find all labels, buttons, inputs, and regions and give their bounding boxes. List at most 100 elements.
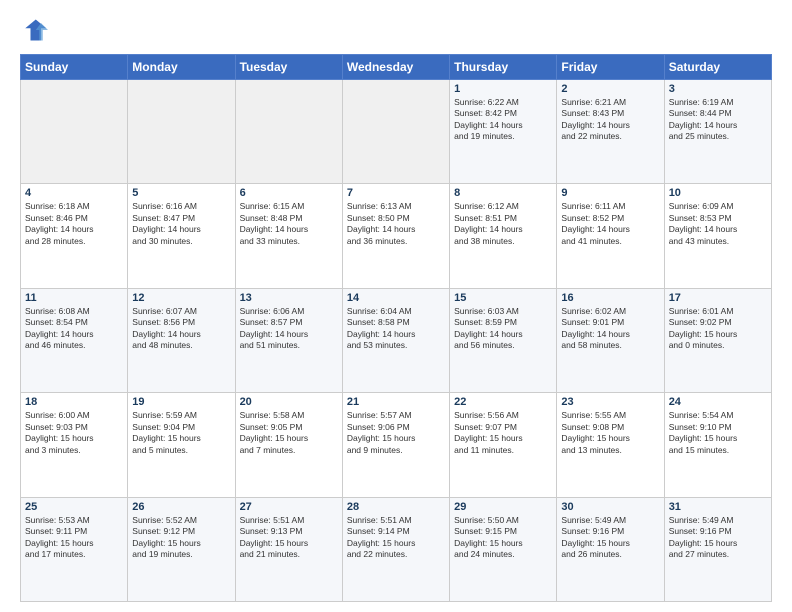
day-number: 26 <box>132 501 230 513</box>
week-row-1: 1 Sunrise: 6:22 AMSunset: 8:42 PMDaylight… <box>21 80 772 184</box>
week-row-4: 18 Sunrise: 6:00 AMSunset: 9:03 PMDayligh… <box>21 393 772 497</box>
day-info: Sunrise: 5:57 AMSunset: 9:06 PMDaylight:… <box>347 410 445 456</box>
day-number: 27 <box>240 501 338 513</box>
day-number: 25 <box>25 501 123 513</box>
day-header-thursday: Thursday <box>450 55 557 80</box>
day-number: 5 <box>132 187 230 199</box>
day-number: 12 <box>132 292 230 304</box>
header <box>20 16 772 44</box>
calendar-cell: 15 Sunrise: 6:03 AMSunset: 8:59 PMDayligh… <box>450 288 557 392</box>
day-info: Sunrise: 5:59 AMSunset: 9:04 PMDaylight:… <box>132 410 230 456</box>
day-number: 17 <box>669 292 767 304</box>
day-info: Sunrise: 5:53 AMSunset: 9:11 PMDaylight:… <box>25 515 123 561</box>
day-header-wednesday: Wednesday <box>342 55 449 80</box>
day-info: Sunrise: 5:56 AMSunset: 9:07 PMDaylight:… <box>454 410 552 456</box>
calendar-cell: 29 Sunrise: 5:50 AMSunset: 9:15 PMDayligh… <box>450 497 557 601</box>
calendar-cell: 9Sunrise: 6:11 AMSunset: 8:52 PMDaylight… <box>557 184 664 288</box>
day-header-sunday: Sunday <box>21 55 128 80</box>
day-number: 28 <box>347 501 445 513</box>
calendar-cell: 5 Sunrise: 6:16 AMSunset: 8:47 PMDaylight… <box>128 184 235 288</box>
day-info: Sunrise: 6:16 AMSunset: 8:47 PMDaylight:… <box>132 201 230 247</box>
logo <box>20 16 52 44</box>
calendar-cell: 21 Sunrise: 5:57 AMSunset: 9:06 PMDayligh… <box>342 393 449 497</box>
day-header-friday: Friday <box>557 55 664 80</box>
calendar-cell: 10 Sunrise: 6:09 AMSunset: 8:53 PMDayligh… <box>664 184 771 288</box>
day-info: Sunrise: 6:03 AMSunset: 8:59 PMDaylight:… <box>454 306 552 352</box>
day-info: Sunrise: 6:01 AMSunset: 9:02 PMDaylight:… <box>669 306 767 352</box>
day-info: Sunrise: 5:50 AMSunset: 9:15 PMDaylight:… <box>454 515 552 561</box>
calendar-cell <box>128 80 235 184</box>
calendar-cell: 12 Sunrise: 6:07 AMSunset: 8:56 PMDayligh… <box>128 288 235 392</box>
day-info: Sunrise: 5:49 AMSunset: 9:16 PMDaylight:… <box>669 515 767 561</box>
calendar-cell: 6 Sunrise: 6:15 AMSunset: 8:48 PMDaylight… <box>235 184 342 288</box>
day-number: 21 <box>347 396 445 408</box>
calendar-cell: 23 Sunrise: 5:55 AMSunset: 9:08 PMDayligh… <box>557 393 664 497</box>
calendar-table: SundayMondayTuesdayWednesdayThursdayFrid… <box>20 54 772 602</box>
calendar-cell: 31 Sunrise: 5:49 AMSunset: 9:16 PMDayligh… <box>664 497 771 601</box>
day-info: Sunrise: 6:04 AMSunset: 8:58 PMDaylight:… <box>347 306 445 352</box>
day-number: 8 <box>454 187 552 199</box>
day-info: Sunrise: 5:55 AMSunset: 9:08 PMDaylight:… <box>561 410 659 456</box>
day-info: Sunrise: 6:00 AMSunset: 9:03 PMDaylight:… <box>25 410 123 456</box>
day-number: 6 <box>240 187 338 199</box>
calendar-cell: 1 Sunrise: 6:22 AMSunset: 8:42 PMDaylight… <box>450 80 557 184</box>
calendar-cell: 25 Sunrise: 5:53 AMSunset: 9:11 PMDayligh… <box>21 497 128 601</box>
day-info: Sunrise: 6:02 AMSunset: 9:01 PMDaylight:… <box>561 306 659 352</box>
day-header-tuesday: Tuesday <box>235 55 342 80</box>
day-number: 14 <box>347 292 445 304</box>
day-number: 13 <box>240 292 338 304</box>
day-number: 31 <box>669 501 767 513</box>
day-info: Sunrise: 6:22 AMSunset: 8:42 PMDaylight:… <box>454 97 552 143</box>
day-info: Sunrise: 6:18 AMSunset: 8:46 PMDaylight:… <box>25 201 123 247</box>
calendar-cell: 17 Sunrise: 6:01 AMSunset: 9:02 PMDayligh… <box>664 288 771 392</box>
day-number: 2 <box>561 83 659 95</box>
calendar-cell <box>235 80 342 184</box>
day-number: 18 <box>25 396 123 408</box>
logo-icon <box>20 16 48 44</box>
day-number: 9 <box>561 187 659 199</box>
day-info: Sunrise: 6:07 AMSunset: 8:56 PMDaylight:… <box>132 306 230 352</box>
calendar-cell: 14 Sunrise: 6:04 AMSunset: 8:58 PMDayligh… <box>342 288 449 392</box>
calendar-cell: 4 Sunrise: 6:18 AMSunset: 8:46 PMDaylight… <box>21 184 128 288</box>
day-number: 7 <box>347 187 445 199</box>
week-row-2: 4 Sunrise: 6:18 AMSunset: 8:46 PMDaylight… <box>21 184 772 288</box>
page: SundayMondayTuesdayWednesdayThursdayFrid… <box>0 0 792 612</box>
calendar-cell: 27 Sunrise: 5:51 AMSunset: 9:13 PMDayligh… <box>235 497 342 601</box>
calendar-cell: 28 Sunrise: 5:51 AMSunset: 9:14 PMDayligh… <box>342 497 449 601</box>
calendar-cell: 13Sunrise: 6:06 AMSunset: 8:57 PMDayligh… <box>235 288 342 392</box>
day-info: Sunrise: 5:58 AMSunset: 9:05 PMDaylight:… <box>240 410 338 456</box>
calendar-cell: 19 Sunrise: 5:59 AMSunset: 9:04 PMDayligh… <box>128 393 235 497</box>
day-number: 4 <box>25 187 123 199</box>
calendar-cell: 7 Sunrise: 6:13 AMSunset: 8:50 PMDaylight… <box>342 184 449 288</box>
day-number: 29 <box>454 501 552 513</box>
day-info: Sunrise: 5:49 AMSunset: 9:16 PMDaylight:… <box>561 515 659 561</box>
day-info: Sunrise: 6:13 AMSunset: 8:50 PMDaylight:… <box>347 201 445 247</box>
day-number: 24 <box>669 396 767 408</box>
day-number: 3 <box>669 83 767 95</box>
day-info: Sunrise: 6:09 AMSunset: 8:53 PMDaylight:… <box>669 201 767 247</box>
day-info: Sunrise: 6:08 AMSunset: 8:54 PMDaylight:… <box>25 306 123 352</box>
day-number: 20 <box>240 396 338 408</box>
day-info: Sunrise: 6:19 AMSunset: 8:44 PMDaylight:… <box>669 97 767 143</box>
day-info: Sunrise: 5:51 AMSunset: 9:14 PMDaylight:… <box>347 515 445 561</box>
day-number: 1 <box>454 83 552 95</box>
day-header-monday: Monday <box>128 55 235 80</box>
calendar-cell: 16 Sunrise: 6:02 AMSunset: 9:01 PMDayligh… <box>557 288 664 392</box>
day-info: Sunrise: 5:51 AMSunset: 9:13 PMDaylight:… <box>240 515 338 561</box>
day-number: 23 <box>561 396 659 408</box>
calendar-header-row: SundayMondayTuesdayWednesdayThursdayFrid… <box>21 55 772 80</box>
calendar-cell: 8 Sunrise: 6:12 AMSunset: 8:51 PMDaylight… <box>450 184 557 288</box>
day-info: Sunrise: 5:52 AMSunset: 9:12 PMDaylight:… <box>132 515 230 561</box>
day-number: 19 <box>132 396 230 408</box>
calendar-cell <box>342 80 449 184</box>
calendar-cell <box>21 80 128 184</box>
day-number: 16 <box>561 292 659 304</box>
day-info: Sunrise: 6:21 AMSunset: 8:43 PMDaylight:… <box>561 97 659 143</box>
day-header-saturday: Saturday <box>664 55 771 80</box>
day-info: Sunrise: 6:15 AMSunset: 8:48 PMDaylight:… <box>240 201 338 247</box>
day-number: 10 <box>669 187 767 199</box>
day-info: Sunrise: 6:12 AMSunset: 8:51 PMDaylight:… <box>454 201 552 247</box>
calendar-cell: 22Sunrise: 5:56 AMSunset: 9:07 PMDayligh… <box>450 393 557 497</box>
calendar-cell: 11Sunrise: 6:08 AMSunset: 8:54 PMDayligh… <box>21 288 128 392</box>
day-number: 15 <box>454 292 552 304</box>
